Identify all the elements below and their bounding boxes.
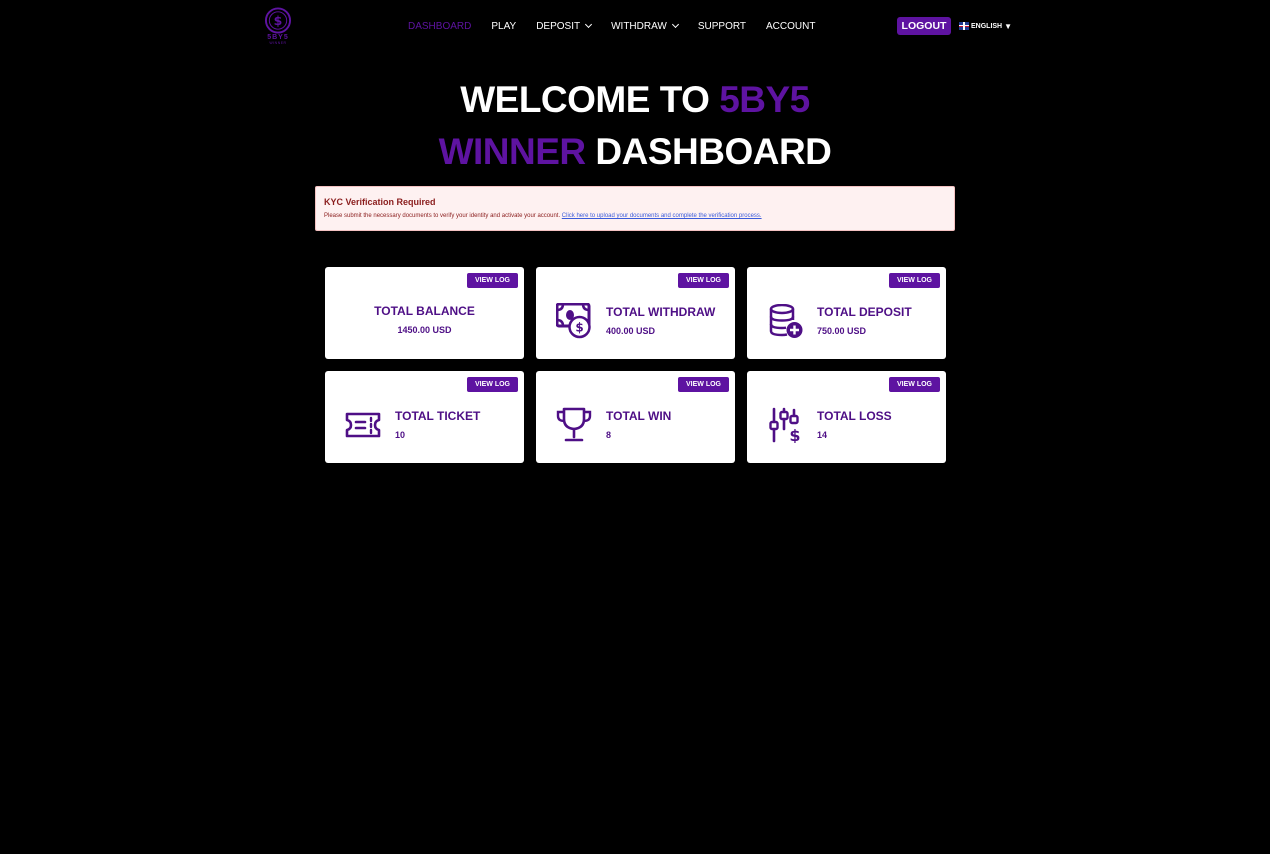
card-value: 10 bbox=[395, 430, 406, 440]
kyc-alert: KYC Verification Required Please submit … bbox=[315, 186, 955, 231]
card-total-win: VIEW LOG TOTAL WIN 8 bbox=[536, 371, 735, 463]
title-part-brand: 5BY5 bbox=[719, 79, 810, 120]
card-value: 750.00 USD bbox=[817, 326, 867, 336]
sliders-dollar-icon: $ bbox=[769, 407, 805, 443]
view-log-button[interactable]: VIEW LOG bbox=[889, 377, 940, 392]
svg-text:$: $ bbox=[274, 13, 283, 28]
card-value: 400.00 USD bbox=[606, 326, 656, 336]
nav-play-label: PLAY bbox=[491, 20, 517, 32]
card-total-deposit: VIEW LOG TOTAL DEPOSIT 750.00 USD bbox=[747, 267, 946, 359]
logout-button[interactable]: LOGOUT bbox=[897, 17, 951, 35]
svg-text:$: $ bbox=[575, 321, 583, 335]
trophy-icon bbox=[556, 407, 592, 443]
uk-flag-icon bbox=[959, 22, 969, 30]
language-selector[interactable]: ENGLISH ▼ bbox=[959, 18, 1012, 34]
kyc-alert-message: Please submit the necessary documents to… bbox=[324, 212, 946, 220]
nav-dashboard[interactable]: DASHBOARD bbox=[408, 21, 471, 32]
nav-deposit-label: DEPOSIT bbox=[536, 20, 581, 32]
view-log-button[interactable]: VIEW LOG bbox=[467, 377, 518, 392]
ticket-icon bbox=[345, 407, 381, 443]
title-part-winner: WINNER bbox=[438, 131, 587, 172]
card-total-balance: VIEW LOG TOTAL BALANCE 1450.00 USD bbox=[325, 267, 524, 359]
caret-down-icon: ▼ bbox=[1004, 21, 1013, 31]
card-value: 8 bbox=[606, 430, 612, 440]
card-value: 14 bbox=[817, 430, 828, 440]
title-part-dashboard: DASHBOARD bbox=[585, 131, 832, 172]
nav-deposit[interactable]: DEPOSIT bbox=[536, 20, 593, 32]
nav-dashboard-label: DASHBOARD bbox=[408, 20, 472, 32]
dashboard-page: $ 5BY5 WINNER DASHBOARD PLAY DEPOSIT WIT… bbox=[0, 0, 1270, 854]
nav-support[interactable]: SUPPORT bbox=[698, 21, 746, 32]
nav-play[interactable]: PLAY bbox=[491, 21, 516, 32]
card-total-withdraw: VIEW LOG $ TOTAL WITHDRAW 400.00 USD bbox=[536, 267, 735, 359]
language-label: ENGLISH bbox=[971, 22, 1003, 30]
nav-withdraw[interactable]: WITHDRAW bbox=[611, 20, 679, 32]
nav-support-label: SUPPORT bbox=[697, 20, 747, 32]
coin-stack-plus-icon bbox=[769, 304, 805, 340]
card-value: 1450.00 USD bbox=[397, 325, 452, 335]
view-log-button[interactable]: VIEW LOG bbox=[678, 377, 729, 392]
svg-text:$: $ bbox=[789, 426, 800, 443]
card-total-ticket: VIEW LOG TOTAL TICKET 10 bbox=[325, 371, 524, 463]
main-nav: DASHBOARD PLAY DEPOSIT WITHDRAW SUPPORT … bbox=[408, 0, 835, 52]
nav-account[interactable]: ACCOUNT bbox=[766, 21, 815, 32]
card-title: TOTAL WITHDRAW bbox=[606, 305, 716, 319]
kyc-alert-text: Please submit the necessary documents to… bbox=[324, 213, 562, 219]
kyc-alert-title: KYC Verification Required bbox=[324, 197, 436, 207]
card-title: TOTAL LOSS bbox=[817, 409, 892, 423]
nav-withdraw-label: WITHDRAW bbox=[611, 20, 667, 32]
chevron-down-icon bbox=[585, 20, 593, 29]
nav-account-label: ACCOUNT bbox=[766, 20, 816, 32]
chevron-down-icon bbox=[671, 20, 679, 29]
money-withdraw-icon: $ bbox=[556, 303, 592, 339]
page-title: WELCOME TO 5BY5 WINNER DASHBOARD bbox=[0, 74, 1270, 178]
view-log-button[interactable]: VIEW LOG bbox=[678, 273, 729, 288]
dollar-coin-logo-icon: $ bbox=[264, 7, 292, 34]
logo-subtext: WINNER bbox=[269, 41, 287, 45]
view-log-button[interactable]: VIEW LOG bbox=[467, 273, 518, 288]
card-title: TOTAL TICKET bbox=[395, 409, 481, 423]
title-part-welcome: WELCOME TO bbox=[460, 79, 720, 120]
kyc-upload-link[interactable]: Click here to upload your documents and … bbox=[562, 213, 762, 219]
card-total-loss: VIEW LOG $ TOTAL LOSS 14 bbox=[747, 371, 946, 463]
site-logo[interactable]: $ 5BY5 WINNER bbox=[263, 7, 293, 45]
card-title: TOTAL BALANCE bbox=[374, 304, 475, 318]
card-title: TOTAL WIN bbox=[606, 409, 672, 423]
card-title: TOTAL DEPOSIT bbox=[817, 305, 912, 319]
view-log-button[interactable]: VIEW LOG bbox=[889, 273, 940, 288]
